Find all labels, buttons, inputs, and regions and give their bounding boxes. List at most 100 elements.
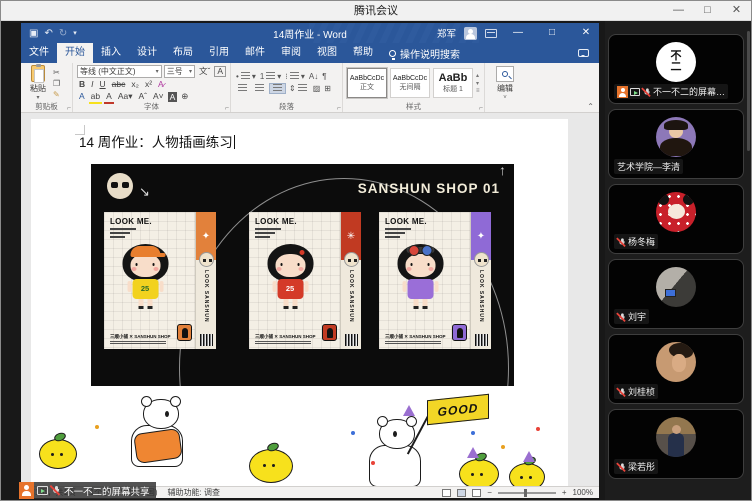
lemon-character [459,459,499,486]
underline-icon[interactable]: U [98,79,108,90]
ribbon-display-options-icon[interactable] [485,29,497,38]
paste-button[interactable]: 粘贴 ▾ [25,65,51,101]
poster-image[interactable]: ↘ SANSHUN SHOP 01 ↑ LOOK ME. 25 [91,164,514,386]
find-button[interactable] [496,66,514,82]
cut-icon[interactable]: ✂ [53,68,60,77]
participant-tile[interactable]: 梁若彤 [608,409,744,479]
tab-file[interactable]: 文件 [21,43,57,63]
accessibility-status[interactable]: 辅助功能: 调查 [168,487,220,498]
good-flag: GOOD [427,394,489,426]
swim-goggles [406,247,434,253]
line-spacing-icon[interactable]: ⇕ [288,84,310,93]
maximize-button[interactable]: □ [693,1,722,21]
paragraph-group: •▾ 1▾ ⁝▾ A↓ ¶ ⇕ ▨ ⊞ 段落 ⌐ [231,63,343,112]
numbering-icon[interactable]: 1▾ [259,72,282,81]
paragraph-dialog-launcher[interactable]: ⌐ [337,105,341,112]
tab-home[interactable]: 开始 [57,43,93,63]
format-painter-icon[interactable]: ✎ [53,90,60,99]
share-banner-label: 不一不二的屏幕共享 [64,484,150,498]
read-mode-icon[interactable] [442,489,451,497]
card-side-strip: ✳ LOOK SANSHUN [340,212,361,349]
font-name-combo[interactable]: 等线 (中文正文)▾ [77,65,162,78]
web-layout-icon[interactable] [472,489,481,497]
participant-name-chip: 不一不二的屏幕… [614,84,728,99]
comments-icon[interactable] [578,49,589,57]
meeting-window: 腾讯会议 — □ ✕ ▣ ↶ ↻ ▾ 14周作业 - Word 郑军 [0,0,752,501]
clear-format-icon[interactable]: A̷ [156,79,166,90]
tab-help[interactable]: 帮助 [345,43,381,63]
sort-icon[interactable]: A↓ [308,72,319,81]
participant-name-chip: 刘宇 [614,309,649,324]
card-side-strip: ✦ LOOK SANSHUN [195,212,216,349]
word-user-name: 郑军 [437,26,456,40]
participant-tile[interactable]: 刘宇 [608,259,744,329]
tab-view[interactable]: 视图 [309,43,345,63]
font-dialog-launcher[interactable]: ⌐ [225,105,229,112]
styles-gallery-scroll[interactable]: ▴▾≡ [476,72,480,94]
muted-mic-icon [617,462,625,471]
search-icon [502,71,508,77]
styles-dialog-launcher[interactable]: ⌐ [479,105,483,112]
arrow-downright-icon: ↘ [139,184,150,200]
zoom-level[interactable]: 100% [573,488,593,497]
quick-access-toolbar: ▣ ↶ ↻ ▾ [29,28,77,39]
multilevel-list-icon[interactable]: ⁝▾ [284,72,306,81]
align-left-icon[interactable] [235,84,250,93]
muted-mic-icon [617,312,625,321]
save-icon[interactable]: ▣ [29,28,38,39]
tab-review[interactable]: 审阅 [273,43,309,63]
copy-icon[interactable]: ❐ [53,79,60,88]
phonetic-guide-icon[interactable]: 文ˇ [197,66,212,77]
show-marks-icon[interactable]: ¶ [321,72,327,81]
participant-tile[interactable]: 不二 不一不二的屏幕… [608,34,744,104]
minimize-button[interactable]: — [664,1,693,21]
subscript-icon[interactable]: x₂ [129,79,141,90]
girl-character-purple [392,244,448,309]
align-center-icon[interactable] [252,84,267,93]
undo-icon[interactable]: ↶ [44,28,52,39]
tab-design[interactable]: 设计 [129,43,165,63]
ribbon-tab-bar: 文件 开始 插入 设计 布局 引用 邮件 审阅 视图 帮助 操作说明搜索 [21,43,599,63]
bullets-icon[interactable]: •▾ [235,72,257,81]
participant-tile[interactable]: 刘桂桢 [608,334,744,404]
word-minimize-button[interactable]: — [505,23,531,43]
tab-layout[interactable]: 布局 [165,43,201,63]
italic-icon[interactable]: I [89,79,95,90]
customize-qat-icon[interactable]: ▾ [73,29,77,37]
borders-icon[interactable]: ⊞ [323,84,332,93]
strikethrough-icon[interactable]: abc [110,79,128,90]
print-layout-icon[interactable] [457,489,466,497]
redo-icon[interactable]: ↻ [59,28,67,39]
zoom-in-button[interactable]: + [562,488,567,497]
style-heading1[interactable]: AaBb 标题 1 [433,68,473,98]
style-normal[interactable]: AaBbCcDc 正文 [347,68,387,98]
style-no-spacing[interactable]: AaBbCcDc 无间隔 [390,68,430,98]
tab-mailings[interactable]: 邮件 [237,43,273,63]
word-document-title: 14周作业 - Word [273,26,347,41]
tab-references[interactable]: 引用 [201,43,237,63]
tab-insert[interactable]: 插入 [93,43,129,63]
word-close-button[interactable]: ✕ [573,23,599,43]
zoom-slider[interactable] [498,492,556,494]
close-button[interactable]: ✕ [722,1,751,21]
party-hat [467,447,479,458]
shading-icon[interactable]: ▨ [312,84,322,93]
font-size-combo[interactable]: 三号▾ [164,65,195,78]
align-justify-icon[interactable] [269,83,286,94]
participant-tile[interactable]: 杨冬梅 [608,184,744,254]
bold-icon[interactable]: B [77,79,87,90]
word-restore-button[interactable]: □ [539,23,565,43]
tell-me-search[interactable]: 操作说明搜索 [381,43,468,63]
user-avatar-icon[interactable] [464,27,477,40]
clipboard-group: 粘贴 ▾ ✂ ❐ ✎ 剪贴板 ⌐ [21,63,73,112]
document-page[interactable]: 14 周作业：人物插画练习 ↘ SANSHUN SHOP 01 ↑ LOOK M… [31,119,568,486]
character-border-icon[interactable]: A [214,66,226,77]
zoom-out-button[interactable]: − [487,488,492,497]
character-shading-icon[interactable]: A [168,92,178,102]
superscript-icon[interactable]: x² [143,79,154,90]
screen-share-icon [630,88,640,96]
collapse-ribbon-icon[interactable]: ⌃ [587,102,594,111]
participant-tile[interactable]: 艺术学院—李清 [608,109,744,179]
clipboard-dialog-launcher[interactable]: ⌐ [67,105,71,112]
sidebar-scrollbar[interactable] [747,31,750,151]
